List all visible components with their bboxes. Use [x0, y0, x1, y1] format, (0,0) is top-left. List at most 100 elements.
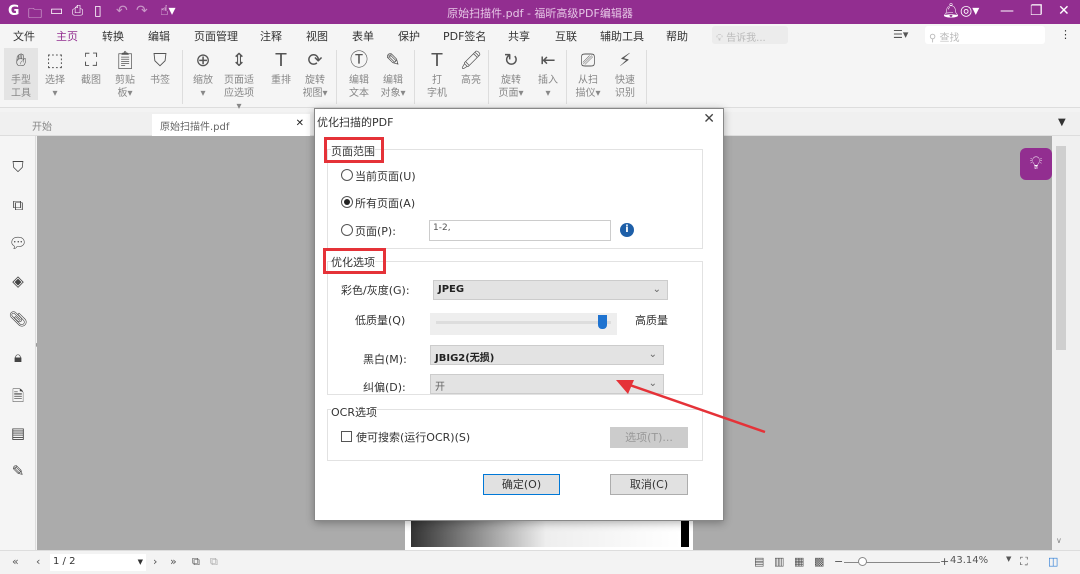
ribbon-button-edit-text[interactable]: Ⓣ 编辑 文本	[342, 48, 376, 100]
close-button[interactable]: ✕	[1058, 3, 1070, 19]
bw-compression-select[interactable]: JBIG2(无损) ⌄	[430, 345, 664, 365]
ribbon-button-rotate-page[interactable]: ↻ 旋转 页面▾	[494, 48, 528, 100]
ok-button[interactable]: 确定(O)	[483, 474, 560, 495]
search-input[interactable]: ⚲ 查找	[925, 26, 1045, 44]
next-view-icon[interactable]: ⧉	[210, 555, 218, 569]
zoom-dropdown-icon[interactable]: ▼	[1006, 555, 1011, 563]
menu-share[interactable]: 共享	[508, 28, 530, 44]
color-compression-select[interactable]: JPEG ⌄	[433, 280, 668, 300]
clipboard-icon: 📋︎	[113, 50, 137, 71]
zoom-out-button[interactable]: −	[834, 555, 843, 568]
pages-radio[interactable]	[341, 224, 353, 236]
menu-help[interactable]: 帮助	[666, 28, 688, 44]
zoom-in-button[interactable]: +	[940, 555, 949, 568]
security-panel-icon[interactable]: 🔒︎	[8, 348, 28, 366]
slider-thumb[interactable]	[598, 315, 608, 329]
dialog-close-button[interactable]: ✕	[703, 111, 715, 127]
menu-home[interactable]: 主页	[54, 28, 80, 48]
menu-accessibility[interactable]: 辅助工具	[600, 28, 644, 44]
ribbon-button-highlight[interactable]: 🖍︎ 高亮	[454, 48, 488, 87]
pages-panel-icon[interactable]: ⧉	[8, 196, 28, 214]
tab-list-dropdown-icon[interactable]: ▼	[1058, 117, 1066, 128]
bw-value: JBIG2(无损)	[435, 353, 495, 364]
page-image-edge	[681, 521, 689, 547]
all-pages-label[interactable]: 所有页面(A)	[355, 195, 415, 211]
page-number-input[interactable]: 1 / 2 ▼	[50, 554, 146, 571]
content-panel-icon[interactable]: ▤	[8, 424, 28, 442]
ribbon-button-clipboard[interactable]: 📋︎ 剪贴 板▾	[108, 48, 142, 100]
ribbon-label: 重排	[271, 75, 291, 86]
last-page-button[interactable]: »	[170, 555, 177, 568]
current-page-label[interactable]: 当前页面(U)	[355, 168, 416, 184]
next-page-button[interactable]: ›	[153, 555, 157, 568]
ribbon-button-scanner[interactable]: ⎚ 从扫 描仪▾	[571, 48, 605, 100]
menu-convert[interactable]: 转换	[102, 28, 124, 44]
close-tab-icon[interactable]: ✕	[296, 118, 304, 129]
menu-pdf-sign[interactable]: PDF签名	[443, 28, 486, 44]
pages-input[interactable]: 1-2,	[429, 220, 611, 241]
menu-edit[interactable]: 编辑	[148, 28, 170, 44]
tell-me-input[interactable]: 💡︎ 告诉我...	[712, 26, 788, 44]
quality-slider[interactable]	[430, 313, 617, 335]
ribbon-button-hand[interactable]: ✋︎ 手型 工具	[4, 48, 38, 100]
bookmark-panel-icon[interactable]: ⛉	[8, 158, 28, 176]
menu-form[interactable]: 表单	[352, 28, 374, 44]
deskew-value: 开	[435, 382, 445, 393]
menu-comment[interactable]: 注释	[260, 28, 282, 44]
searchable-checkbox[interactable]	[341, 431, 352, 442]
attachments-panel-icon[interactable]: 📎︎	[8, 310, 28, 328]
ribbon-button-insert[interactable]: ⇤ 插入 ▾	[531, 48, 565, 100]
ribbon-button-reflow[interactable]: T 重排	[264, 48, 298, 87]
comments-panel-icon[interactable]: 💬︎	[8, 234, 28, 252]
facing-page-icon[interactable]: ▦	[794, 555, 804, 568]
cancel-button[interactable]: 取消(C)	[610, 474, 688, 495]
account-icon[interactable]: ◎▾	[960, 3, 979, 19]
ribbon-button-edit-object[interactable]: ✎ 编辑 对象▾	[376, 48, 410, 100]
scrollbar-thumb[interactable]	[1056, 146, 1066, 350]
ribbon-button-snapshot[interactable]: ⛶ 截图	[74, 48, 108, 87]
current-page-radio[interactable]	[341, 169, 353, 181]
tags-panel-icon[interactable]: ✎	[8, 462, 28, 480]
menu-connect[interactable]: 互联	[555, 28, 577, 44]
searchable-label[interactable]: 使可搜索(运行OCR)(S)	[356, 429, 470, 445]
select-icon: ⬚	[46, 50, 64, 71]
search-options-icon[interactable]: ☰▾	[893, 28, 908, 41]
zoom-slider-handle[interactable]	[858, 557, 867, 566]
info-icon[interactable]: i	[620, 223, 634, 237]
single-page-icon[interactable]: ▤	[754, 555, 764, 568]
menu-view[interactable]: 视图	[306, 28, 328, 44]
fullscreen-icon[interactable]: ⛶	[1020, 555, 1028, 569]
first-page-button[interactable]: «	[12, 555, 19, 568]
ribbon-button-ocr[interactable]: ⚡︎ 快速 识别	[608, 48, 642, 100]
smart-assistant-button[interactable]: 💡︎	[1020, 148, 1052, 180]
tab-start[interactable]: 开始	[24, 114, 60, 136]
tab-document[interactable]: 原始扫描件.pdf ✕	[152, 114, 310, 136]
ribbon-button-select[interactable]: ⬚ 选择 ▾	[38, 48, 72, 100]
menu-file[interactable]: 文件	[13, 28, 35, 44]
ribbon-button-typewriter[interactable]: T 打字机	[420, 48, 454, 100]
scanner-icon: ⎚	[580, 50, 596, 71]
ribbon-button-rotate-view[interactable]: ⟳ 旋转 视图▾	[298, 48, 332, 100]
ribbon-button-bookmark[interactable]: ⛉ 书签	[143, 48, 177, 87]
menu-organize[interactable]: 页面管理	[194, 28, 238, 44]
vertical-scrollbar[interactable]: ∨	[1052, 136, 1080, 550]
minimize-button[interactable]: —	[1000, 3, 1014, 19]
read-mode-icon[interactable]: ◫	[1048, 555, 1058, 568]
layers-panel-icon[interactable]: ◈	[8, 272, 28, 290]
restore-button[interactable]: ❐	[1030, 3, 1043, 19]
menu-protect[interactable]: 保护	[398, 28, 420, 44]
bell-icon[interactable]: 🔔︎	[942, 3, 960, 19]
continuous-page-icon[interactable]: ▥	[774, 555, 784, 568]
more-icon[interactable]: ⋮	[1060, 28, 1071, 41]
ribbon-button-zoom[interactable]: ⊕ 缩放 ▾	[186, 48, 220, 100]
prev-page-button[interactable]: ‹	[36, 555, 40, 568]
all-pages-radio[interactable]	[341, 196, 353, 208]
continuous-facing-icon[interactable]: ▩	[814, 555, 824, 568]
scroll-down-icon[interactable]: ∨	[1056, 536, 1062, 545]
ribbon-button-fit-page[interactable]: ⇕ 页面适 应选项▾	[222, 48, 256, 113]
signature-panel-icon[interactable]: 🗎	[8, 386, 28, 411]
previous-view-icon[interactable]: ⧉	[192, 555, 200, 569]
pages-label[interactable]: 页面(P):	[355, 223, 396, 239]
zoom-level[interactable]: 43.14%	[950, 555, 988, 566]
ocr-options-title: OCR选项	[331, 404, 377, 420]
